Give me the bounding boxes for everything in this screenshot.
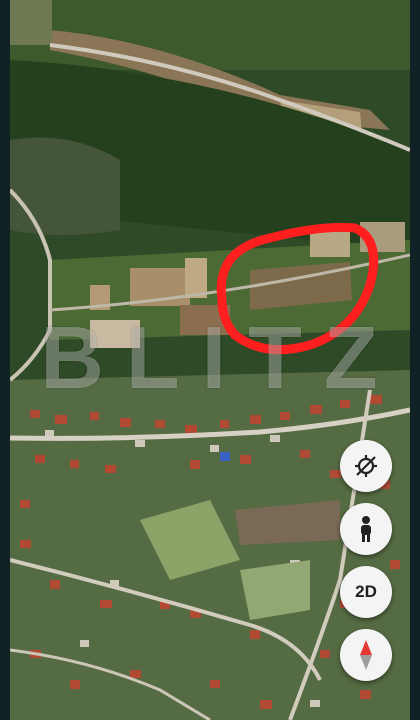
location-off-button[interactable]: [340, 440, 392, 492]
location-off-icon: [355, 455, 377, 477]
view-mode-toggle[interactable]: 2D: [340, 566, 392, 618]
compass-button[interactable]: [340, 629, 392, 681]
quarry-patch: [90, 320, 140, 348]
garden-plot-3: [240, 560, 310, 620]
blue-roof: [220, 452, 230, 461]
field-plot-3: [185, 258, 207, 298]
street-view-button[interactable]: [340, 503, 392, 555]
compass-icon: [360, 640, 372, 670]
corner-field: [10, 0, 52, 45]
pegman-icon: [361, 516, 371, 542]
field-plot-6: [310, 232, 350, 257]
cemetery: [10, 137, 120, 235]
